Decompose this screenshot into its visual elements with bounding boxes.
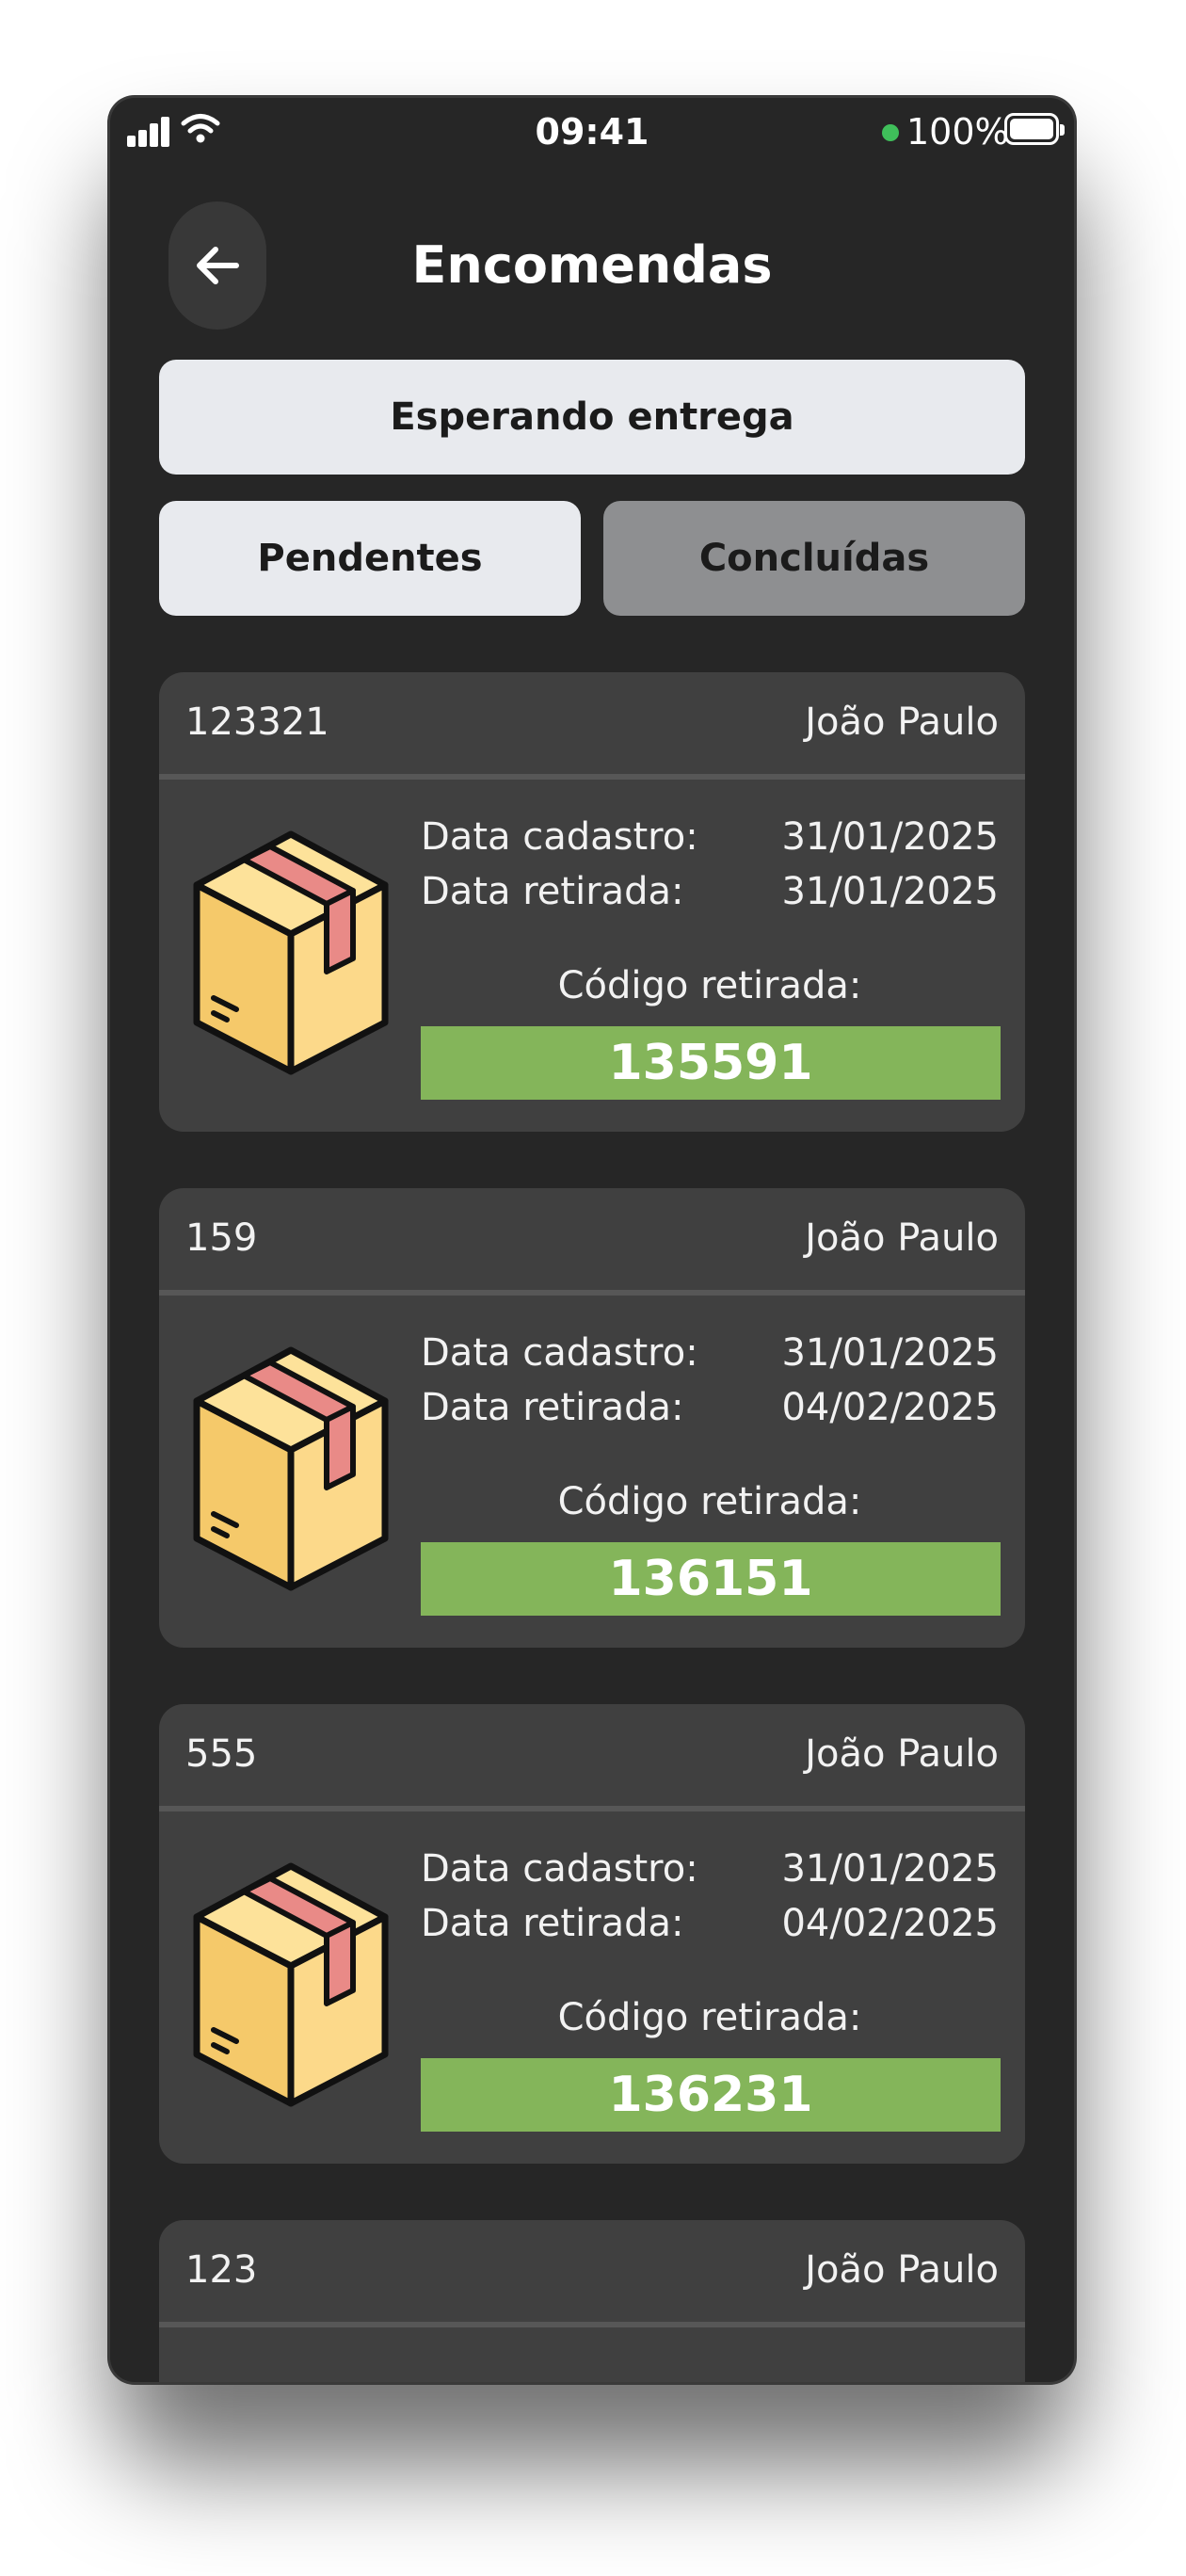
divider — [159, 1290, 1025, 1296]
data-retirada-value: 04/02/2025 — [781, 1386, 999, 1429]
orders-list: 123321 João Paulo Data cadastro: 31/01/2… — [159, 672, 1025, 2382]
codigo-retirada-label: Código retirada: — [557, 1480, 862, 1523]
tab-pendentes[interactable]: Pendentes — [159, 501, 581, 616]
data-cadastro-row: Data cadastro: 31/01/2025 — [421, 815, 999, 859]
data-retirada-label: Data retirada: — [421, 1386, 684, 1429]
order-recipient: João Paulo — [805, 1216, 999, 1260]
data-cadastro-label: Data cadastro: — [421, 1331, 698, 1375]
data-retirada-label: Data retirada: — [421, 870, 684, 913]
codigo-retirada-label: Código retirada: — [557, 964, 862, 1007]
order-id: 555 — [185, 1732, 258, 1776]
order-id: 123 — [185, 2248, 258, 2292]
status-bar: 09:41 100% — [110, 98, 1074, 164]
order-card[interactable]: 159 João Paulo Data cadastro: 31/01/2025… — [159, 1188, 1025, 1648]
divider — [159, 1806, 1025, 1811]
order-card[interactable]: 123 João Paulo — [159, 2220, 1025, 2382]
package-box-icon — [193, 830, 389, 1075]
divider — [159, 2322, 1025, 2327]
codigo-retirada-value: 136151 — [421, 1542, 1001, 1616]
data-retirada-row: Data retirada: 04/02/2025 — [421, 1902, 999, 1945]
order-recipient: João Paulo — [805, 1732, 999, 1776]
order-card-header: 123321 João Paulo — [159, 672, 1025, 774]
data-cadastro-value: 31/01/2025 — [781, 815, 999, 859]
order-id: 123321 — [185, 700, 329, 744]
order-card-header: 555 João Paulo — [159, 1704, 1025, 1806]
order-recipient: João Paulo — [805, 2248, 999, 2292]
codigo-retirada-value: 136231 — [421, 2058, 1001, 2132]
package-box-icon — [193, 1862, 389, 2107]
tab-concluidas[interactable]: Concluídas — [603, 501, 1025, 616]
order-id: 159 — [185, 1216, 258, 1260]
data-cadastro-value: 31/01/2025 — [781, 1331, 999, 1375]
data-retirada-value: 04/02/2025 — [781, 1902, 999, 1945]
order-card[interactable]: 123321 João Paulo Data cadastro: 31/01/2… — [159, 672, 1025, 1132]
divider — [159, 774, 1025, 780]
data-retirada-row: Data retirada: 04/02/2025 — [421, 1386, 999, 1429]
phone-screen: 09:41 100% Encomendas Esperando entrega … — [110, 98, 1074, 2382]
battery-indicator-dot — [882, 124, 899, 141]
codigo-retirada-label: Código retirada: — [557, 1996, 862, 2039]
data-cadastro-row: Data cadastro: 31/01/2025 — [421, 1331, 999, 1375]
data-cadastro-label: Data cadastro: — [421, 815, 698, 859]
order-card-header: 123 João Paulo — [159, 2220, 1025, 2322]
codigo-retirada-value: 135591 — [421, 1026, 1001, 1100]
order-card-header: 159 João Paulo — [159, 1188, 1025, 1290]
data-retirada-row: Data retirada: 31/01/2025 — [421, 870, 999, 913]
data-retirada-label: Data retirada: — [421, 1902, 684, 1945]
order-card[interactable]: 555 João Paulo Data cadastro: 31/01/2025… — [159, 1704, 1025, 2164]
data-cadastro-row: Data cadastro: 31/01/2025 — [421, 1847, 999, 1891]
data-cadastro-value: 31/01/2025 — [781, 1847, 999, 1891]
package-box-icon — [193, 1346, 389, 1591]
battery-icon — [1004, 113, 1065, 145]
data-cadastro-label: Data cadastro: — [421, 1847, 698, 1891]
order-recipient: João Paulo — [805, 700, 999, 744]
data-retirada-value: 31/01/2025 — [781, 870, 999, 913]
status-filter-button[interactable]: Esperando entrega — [159, 360, 1025, 475]
page-title: Encomendas — [411, 235, 773, 295]
battery-percent: 100% — [906, 111, 1009, 153]
